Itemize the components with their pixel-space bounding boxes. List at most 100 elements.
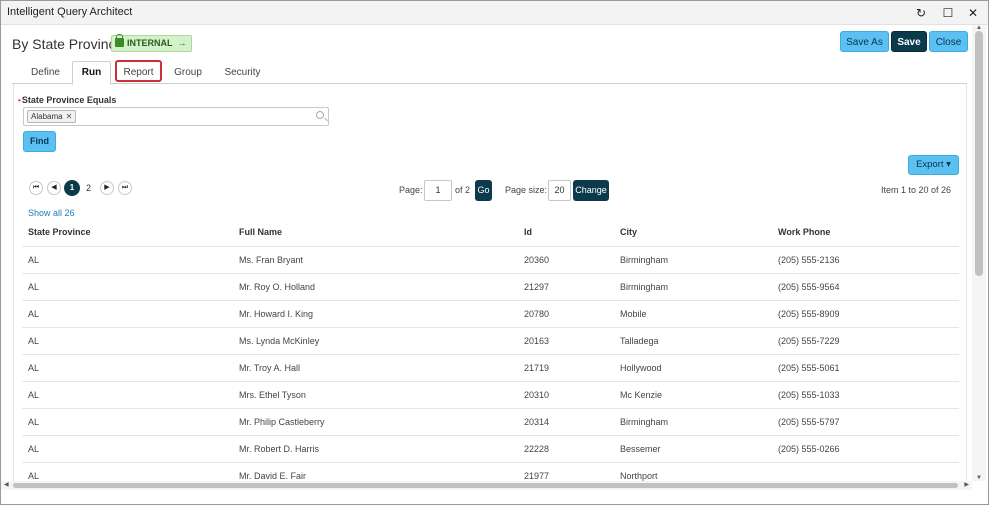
find-button[interactable]: Find <box>23 131 56 152</box>
table-row[interactable]: AL Ms. Lynda McKinley 20163 Talladega (205) … <box>22 326 959 354</box>
page-count-label: of 2 <box>455 185 471 195</box>
vertical-scrollbar[interactable]: ▲ ▼ <box>972 25 986 481</box>
page-2-link[interactable]: 2 <box>86 183 91 193</box>
cell-full-name: Mr. Philip Castleberry <box>233 407 518 435</box>
column-header-work-phone[interactable]: Work Phone <box>772 219 959 246</box>
remove-tag-icon[interactable]: ✕ <box>66 112 73 121</box>
required-marker: • <box>18 96 21 105</box>
column-header-full-name[interactable]: Full Name <box>233 219 518 246</box>
cell-state: AL <box>22 353 233 381</box>
maximize-icon[interactable]: ☐ <box>940 5 956 21</box>
cell-city: Talladega <box>614 326 772 354</box>
prev-page-icon[interactable]: ◀ <box>47 181 61 195</box>
tab-run[interactable]: Run <box>72 61 111 85</box>
save-as-button[interactable]: Save As <box>840 31 889 52</box>
horizontal-scroll-thumb[interactable] <box>13 483 958 488</box>
title-bar: Intelligent Query Architect ↻ ☐ ✕ <box>1 1 988 25</box>
cell-full-name: Mr. Robert D. Harris <box>233 434 518 462</box>
tab-bar: Define Run Report Group Security <box>12 59 967 85</box>
table-row[interactable]: AL Mr. Howard I. King 20780 Mobile (205) 555… <box>22 299 959 327</box>
cell-id: 21297 <box>518 272 614 300</box>
cell-work-phone: (205) 555-1033 <box>772 380 959 408</box>
cell-id: 20780 <box>518 299 614 327</box>
table-row[interactable]: AL Mr. Troy A. Hall 21719 Hollywood (205) 55… <box>22 353 959 381</box>
tab-group[interactable]: Group <box>168 62 208 84</box>
table-row[interactable]: AL Mr. Philip Castleberry 20314 Birmingham(… <box>22 407 959 435</box>
cell-full-name: Mrs. Ethel Tyson <box>233 380 518 408</box>
last-page-icon[interactable]: ⏭ <box>118 181 132 195</box>
cell-full-name: Ms. Fran Bryant <box>233 245 518 273</box>
item-range: Item 1 to 20 of 26 <box>880 185 951 195</box>
save-button[interactable]: Save <box>891 31 927 52</box>
cell-state: AL <box>22 272 233 300</box>
close-button[interactable]: Close <box>929 31 968 52</box>
export-button[interactable]: Export ▾ <box>908 155 959 175</box>
column-header-city[interactable]: City <box>614 219 772 246</box>
filter-tag: Alabama ✕ <box>27 110 77 123</box>
visibility-badge[interactable]: INTERNAL → <box>111 34 192 52</box>
tab-report[interactable]: Report <box>115 60 162 82</box>
cell-work-phone: (205) 555-7229 <box>772 326 959 354</box>
cell-state: AL <box>22 380 233 408</box>
results-table: State Province Full Name Id City Work Ph… <box>22 219 959 489</box>
cell-full-name: Ms. Lynda McKinley <box>233 326 518 354</box>
filter-label: •State Province Equals <box>18 95 116 105</box>
show-all-link[interactable]: Show all 26 <box>28 208 75 218</box>
cell-full-name: Mr. Howard I. King <box>233 299 518 327</box>
table-row[interactable]: AL Mr. Roy O. Holland 21297 Birmingham (205)… <box>22 272 959 300</box>
window-title: Intelligent Query Architect <box>7 6 133 18</box>
app-window: Intelligent Query Architect ↻ ☐ ✕ By Sta… <box>0 0 989 505</box>
cell-work-phone: (205) 555-9564 <box>772 272 959 300</box>
next-page-icon[interactable]: ▶ <box>100 181 114 195</box>
cell-state: AL <box>22 299 233 327</box>
table-row[interactable]: AL Mr. Robert D. Harris 22228 Bessemer (205)… <box>22 434 959 462</box>
cell-id: 20163 <box>518 326 614 354</box>
cell-city: Bessemer <box>614 434 772 462</box>
go-button[interactable]: Go <box>475 180 492 201</box>
horizontal-scrollbar[interactable]: ◀ ▶ <box>1 481 972 490</box>
scroll-down-icon[interactable]: ▼ <box>976 475 982 481</box>
table-header-row: State Province Full Name Id City Work Ph… <box>22 219 959 246</box>
close-window-icon[interactable]: ✕ <box>965 5 981 21</box>
cell-full-name: Mr. Troy A. Hall <box>233 353 518 381</box>
scroll-left-icon[interactable]: ◀ <box>4 481 9 488</box>
vertical-scroll-thumb[interactable] <box>975 31 983 276</box>
scroll-right-icon[interactable]: ▶ <box>964 481 969 488</box>
cell-city: Birmingham <box>614 272 772 300</box>
change-button[interactable]: Change <box>573 180 609 201</box>
cell-state: AL <box>22 245 233 273</box>
first-page-icon[interactable]: ⏮ <box>29 181 43 195</box>
filter-tag-label: Alabama <box>31 112 63 121</box>
page-1-button[interactable]: 1 <box>64 180 80 196</box>
cell-state: AL <box>22 434 233 462</box>
cell-city: Birmingham <box>614 407 772 435</box>
cell-work-phone: (205) 555-0266 <box>772 434 959 462</box>
state-province-input[interactable]: Alabama ✕ <box>23 107 329 126</box>
search-icon[interactable] <box>316 111 324 119</box>
cell-id: 20314 <box>518 407 614 435</box>
tab-security[interactable]: Security <box>219 62 266 84</box>
cell-work-phone: (205) 555-2136 <box>772 245 959 273</box>
column-header-state-province[interactable]: State Province <box>22 219 233 246</box>
cell-id: 22228 <box>518 434 614 462</box>
page-size-input[interactable]: 20 <box>548 180 571 201</box>
cell-id: 20310 <box>518 380 614 408</box>
page-size-label: Page size: <box>505 185 548 195</box>
page-number-input[interactable]: 1 <box>424 180 452 201</box>
column-header-id[interactable]: Id <box>518 219 614 246</box>
cell-city: Mobile <box>614 299 772 327</box>
filter-label-text: State Province Equals <box>21 95 117 105</box>
cell-state: AL <box>22 326 233 354</box>
cell-id: 20360 <box>518 245 614 273</box>
cell-city: Mc Kenzie <box>614 380 772 408</box>
arrow-right-icon: → <box>177 38 187 48</box>
cell-city: Hollywood <box>614 353 772 381</box>
tab-define[interactable]: Define <box>23 62 68 84</box>
badge-label: INTERNAL <box>127 38 173 48</box>
table-row[interactable]: AL Mrs. Ethel Tyson 20310 Mc Kenzie (205) 55… <box>22 380 959 408</box>
refresh-icon[interactable]: ↻ <box>913 5 929 21</box>
cell-work-phone: (205) 555-5797 <box>772 407 959 435</box>
page-label: Page: <box>399 185 423 195</box>
cell-full-name: Mr. Roy O. Holland <box>233 272 518 300</box>
table-row[interactable]: AL Ms. Fran Bryant 20360 Birmingham (205) 55… <box>22 245 959 273</box>
